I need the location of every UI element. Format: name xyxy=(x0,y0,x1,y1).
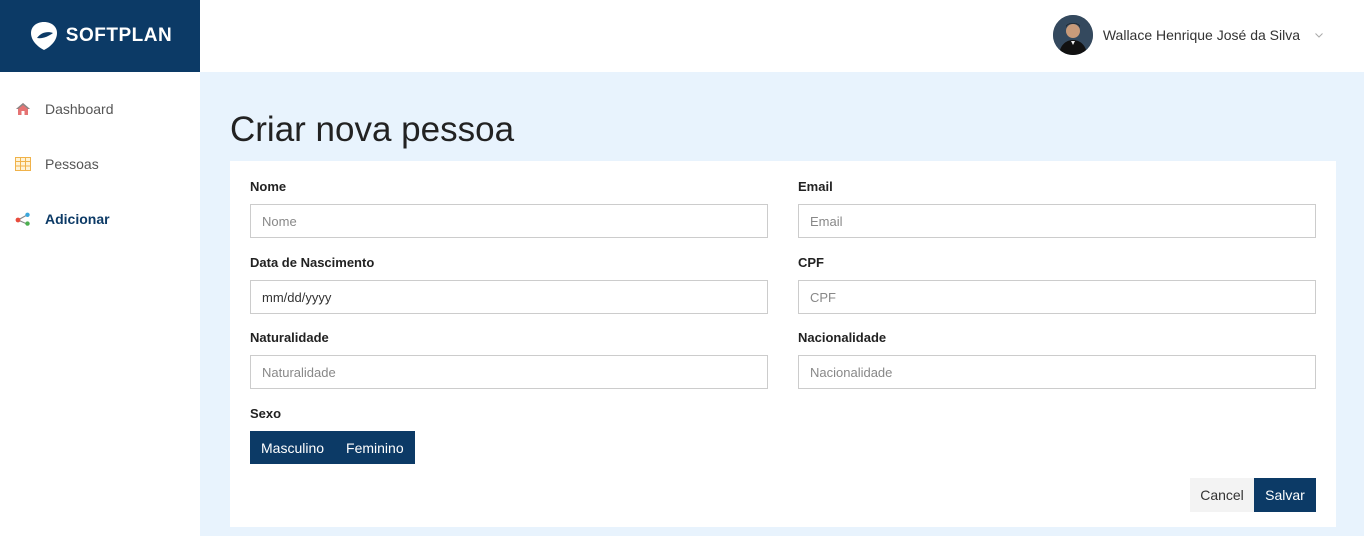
sidebar-item-label: Adicionar xyxy=(45,211,110,227)
data-nascimento-input[interactable] xyxy=(250,280,768,314)
chevron-down-icon xyxy=(1315,33,1323,38)
naturalidade-label: Naturalidade xyxy=(250,330,329,345)
page-title: Criar nova pessoa xyxy=(230,110,515,149)
save-button[interactable]: Salvar xyxy=(1254,478,1316,512)
email-label: Email xyxy=(798,179,833,194)
person-form: Nome Email Data de Nascimento CPF Natura… xyxy=(230,161,1336,527)
share-icon xyxy=(14,210,32,228)
sidebar-item-label: Pessoas xyxy=(45,156,99,172)
data-nascimento-label: Data de Nascimento xyxy=(250,255,375,270)
sidebar: Dashboard Pessoas Adicionar xyxy=(0,72,200,536)
sexo-label: Sexo xyxy=(250,406,282,421)
sexo-toggle-group: Masculino Feminino xyxy=(250,431,415,464)
home-icon xyxy=(14,100,32,118)
softplan-logo-icon xyxy=(30,22,57,50)
user-name: Wallace Henrique José da Silva xyxy=(1102,27,1300,43)
user-menu[interactable]: Wallace Henrique José da Silva xyxy=(1052,15,1324,55)
nacionalidade-label: Nacionalidade xyxy=(798,330,887,345)
naturalidade-input[interactable] xyxy=(250,355,768,389)
sidebar-item-pessoas[interactable]: Pessoas xyxy=(0,144,200,184)
cancel-button[interactable]: Cancel xyxy=(1190,478,1254,512)
nacionalidade-input[interactable] xyxy=(798,355,1316,389)
cpf-label: CPF xyxy=(798,255,824,270)
top-bar: Wallace Henrique José da Silva xyxy=(200,0,1364,72)
sidebar-item-label: Dashboard xyxy=(45,101,114,117)
cpf-input[interactable] xyxy=(798,280,1316,314)
main-content: Criar nova pessoa Nome Email Data de Nas… xyxy=(200,72,1364,536)
logo-text: SOFTPLAN xyxy=(65,25,173,46)
nome-label: Nome xyxy=(250,179,287,194)
brand-logo[interactable]: SOFTPLAN xyxy=(0,0,200,72)
table-icon xyxy=(14,155,32,173)
sidebar-item-dashboard[interactable]: Dashboard xyxy=(0,89,200,129)
sexo-feminino-button[interactable]: Feminino xyxy=(335,431,415,464)
nome-input[interactable] xyxy=(250,204,768,238)
sidebar-item-adicionar[interactable]: Adicionar xyxy=(0,199,200,239)
avatar xyxy=(1052,15,1093,55)
sexo-masculino-button[interactable]: Masculino xyxy=(250,431,335,464)
email-input[interactable] xyxy=(798,204,1316,238)
